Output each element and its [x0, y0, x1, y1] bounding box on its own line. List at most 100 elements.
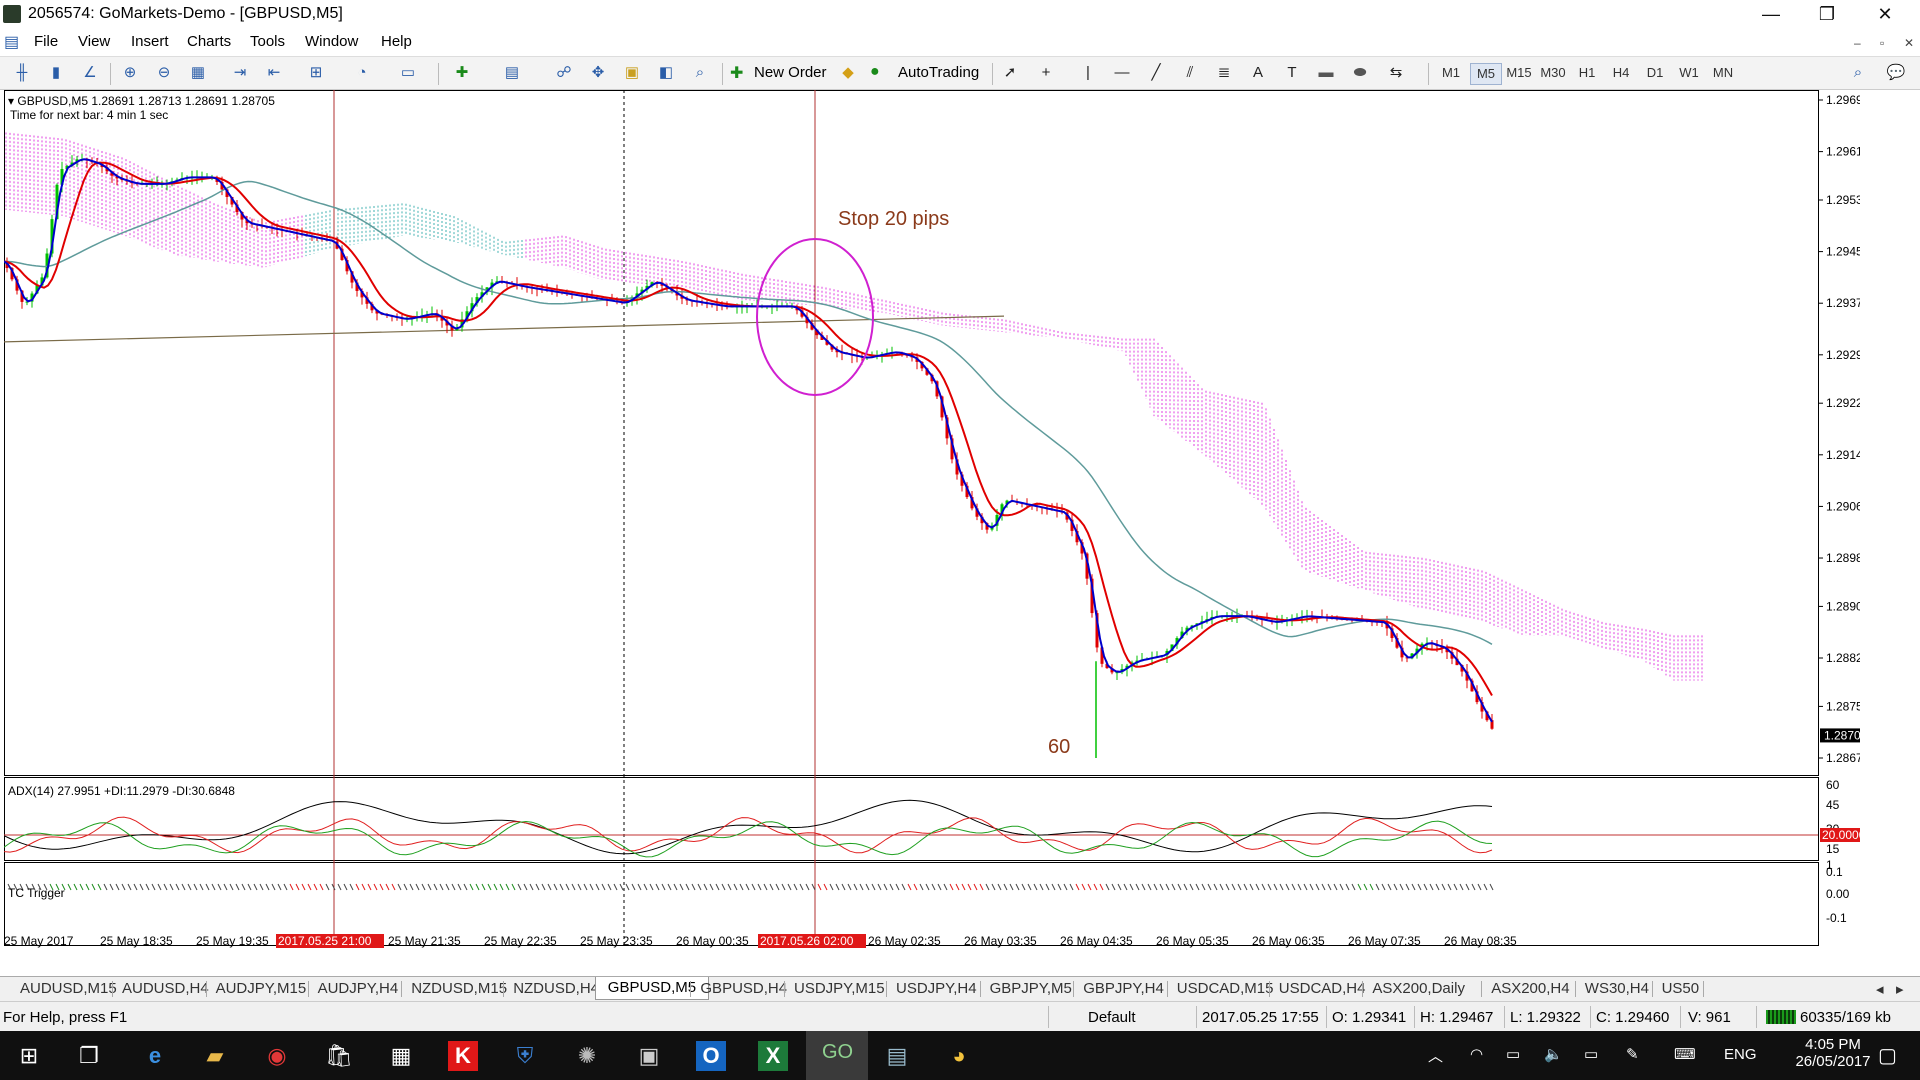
menu-help[interactable]: Help [381, 33, 412, 50]
chart-tab[interactable]: AUDUSD,M15 [20, 980, 117, 997]
notifications-icon[interactable]: ▢ [1878, 1043, 1897, 1068]
chart-tab[interactable]: GBPJPY,M5 [990, 980, 1072, 997]
tile-windows-icon[interactable]: ▦ [186, 62, 210, 84]
timeframe-d1[interactable]: D1 [1640, 63, 1670, 83]
bar-chart-icon[interactable]: ╫ [10, 62, 34, 84]
arrows-icon[interactable]: ⇆ [1384, 62, 1408, 84]
chart-tab[interactable]: ASX200,H4 [1491, 980, 1569, 997]
language-indicator[interactable]: ENG [1724, 1046, 1757, 1063]
profiles-icon[interactable]: ▤ [500, 62, 524, 84]
tabs-scroll-left-icon[interactable]: ◂ [1876, 980, 1884, 998]
excel-icon[interactable]: X [758, 1041, 788, 1071]
chart-tab[interactable]: WS30,H4 [1585, 980, 1649, 997]
chart-tab[interactable]: USDCAD,M15 [1177, 980, 1274, 997]
text-label-icon[interactable]: T [1280, 62, 1304, 84]
chart-tab[interactable]: AUDJPY,H4 [318, 980, 399, 997]
battery-icon[interactable]: ▭ [1584, 1045, 1598, 1063]
candlestick-chart-icon[interactable]: ▮ [44, 62, 68, 84]
mdi-close-button[interactable]: ✕ [1904, 36, 1914, 50]
data-window-icon[interactable]: ▣ [620, 62, 644, 84]
k-app-icon[interactable]: K [448, 1041, 478, 1071]
templates-icon[interactable]: ▭ [396, 62, 420, 84]
trendline-icon[interactable]: ╱ [1144, 62, 1168, 84]
wifi-icon[interactable]: ◠ [1470, 1045, 1483, 1063]
zoom-out-icon[interactable]: ⊖ [152, 62, 176, 84]
task-view-icon[interactable]: ❐ [74, 1041, 104, 1071]
security-shield-icon[interactable]: ⛨ [510, 1041, 540, 1071]
periods-icon[interactable]: ◔ [350, 62, 374, 84]
camera-icon[interactable]: ▣ [634, 1041, 664, 1071]
timeframe-h4[interactable]: H4 [1606, 63, 1636, 83]
search-icon[interactable]: ⌕ [1846, 62, 1870, 84]
timeframe-m1[interactable]: M1 [1436, 63, 1466, 83]
navigator-icon[interactable]: ✥ [586, 62, 610, 84]
crosshair-icon[interactable]: + [1034, 62, 1058, 84]
chart-tab[interactable]: AUDJPY,M15 [216, 980, 307, 997]
chart-tab[interactable]: US50 [1662, 980, 1700, 997]
calculator-icon[interactable]: ▦ [386, 1041, 416, 1071]
menu-window[interactable]: Window [305, 33, 358, 50]
chrome-icon[interactable]: ◕ [944, 1041, 974, 1071]
outlook-icon[interactable]: O [696, 1041, 726, 1071]
fibonacci-icon[interactable]: ≣ [1212, 62, 1236, 84]
mdi-restore-button[interactable]: ▫ [1880, 36, 1884, 50]
timeframe-h1[interactable]: H1 [1572, 63, 1602, 83]
channel-icon[interactable]: ⫽ [1178, 62, 1202, 84]
minimize-button[interactable]: — [1748, 0, 1794, 30]
menu-file[interactable]: File [34, 33, 58, 50]
chart-tab[interactable]: AUDUSD,H4 [122, 980, 209, 997]
timeframe-m5[interactable]: M5 [1470, 63, 1502, 85]
horizontal-line-icon[interactable]: — [1110, 62, 1134, 84]
chart-shift-icon[interactable]: ⇤ [262, 62, 286, 84]
restore-button[interactable]: ❐ [1804, 0, 1850, 30]
vertical-line-icon[interactable]: | [1076, 62, 1100, 84]
clock[interactable]: 4:05 PM 26/05/2017 [1788, 1036, 1878, 1070]
store-icon[interactable]: 🛍 [324, 1041, 354, 1071]
connection-bars-icon[interactable] [1766, 1010, 1796, 1024]
timeframe-mn[interactable]: MN [1708, 63, 1738, 83]
cursor-icon[interactable]: ➚ [998, 62, 1022, 84]
windows-start-icon[interactable]: ⊞ [14, 1041, 44, 1071]
metaeditor-icon[interactable]: ◆ [836, 62, 860, 84]
chart-tab[interactable]: USDJPY,M15 [794, 980, 885, 997]
timeframe-m15[interactable]: M15 [1504, 63, 1534, 83]
auto-scroll-icon[interactable]: ⇥ [228, 62, 252, 84]
chart-window[interactable]: 1.29690 1.29610 1.29535 1.29455 1.29375 1.292… [4, 90, 1860, 952]
line-chart-icon[interactable]: ∠ [78, 62, 102, 84]
menu-view[interactable]: View [78, 33, 110, 50]
menu-insert[interactable]: Insert [131, 33, 169, 50]
autotrading-button[interactable]: ● AutoTrading [868, 61, 984, 85]
text-icon[interactable]: A [1246, 62, 1270, 84]
chat-icon[interactable]: 💬 [1884, 62, 1908, 84]
timeframe-m30[interactable]: M30 [1538, 63, 1568, 83]
chart-window-icon[interactable]: ▤ [4, 32, 24, 52]
mdi-minimize-button[interactable]: – [1854, 36, 1861, 50]
tray-app-icon[interactable]: ▭ [1506, 1045, 1520, 1063]
collapse-arrow-icon[interactable]: ▾ [8, 94, 17, 108]
chart-tab[interactable]: USDCAD,H4 [1279, 980, 1366, 997]
file-explorer-icon[interactable]: ▰ [200, 1041, 230, 1071]
show-hidden-icons[interactable]: ︿ [1428, 1045, 1443, 1066]
close-button[interactable]: ✕ [1862, 0, 1908, 30]
market-watch-icon[interactable]: ☍ [552, 62, 576, 84]
chart-tab[interactable]: GBPUSD,H4 [700, 980, 787, 997]
menu-tools[interactable]: Tools [250, 33, 285, 50]
app-icon[interactable] [3, 5, 21, 23]
chart-tab[interactable]: USDJPY,H4 [896, 980, 977, 997]
volume-icon[interactable]: 🔈 [1544, 1045, 1563, 1063]
chart-tab[interactable]: NZDUSD,H4 [513, 980, 599, 997]
tabs-scroll-right-icon[interactable]: ▸ [1896, 980, 1904, 998]
chart-tab[interactable]: NZDUSD,M15 [411, 980, 507, 997]
new-chart-icon[interactable]: ✚ [450, 62, 474, 84]
strategy-tester-icon[interactable]: ⌕ [688, 62, 712, 84]
settings-app-icon[interactable]: ✺ [572, 1041, 602, 1071]
stock-app-icon[interactable]: ◉ [262, 1041, 292, 1071]
chart-tab[interactable]: GBPJPY,H4 [1083, 980, 1164, 997]
keyboard-icon[interactable]: ⌨ [1674, 1045, 1696, 1063]
chart-tab[interactable]: ASX200,Daily [1372, 980, 1465, 997]
gomarkets-taskbar-button[interactable]: GO [806, 1031, 868, 1080]
terminal-icon[interactable]: ◧ [654, 62, 678, 84]
ellipse-icon[interactable]: ⬬ [1348, 62, 1372, 84]
zoom-in-icon[interactable]: ⊕ [118, 62, 142, 84]
edge-browser-icon[interactable]: e [140, 1041, 170, 1071]
